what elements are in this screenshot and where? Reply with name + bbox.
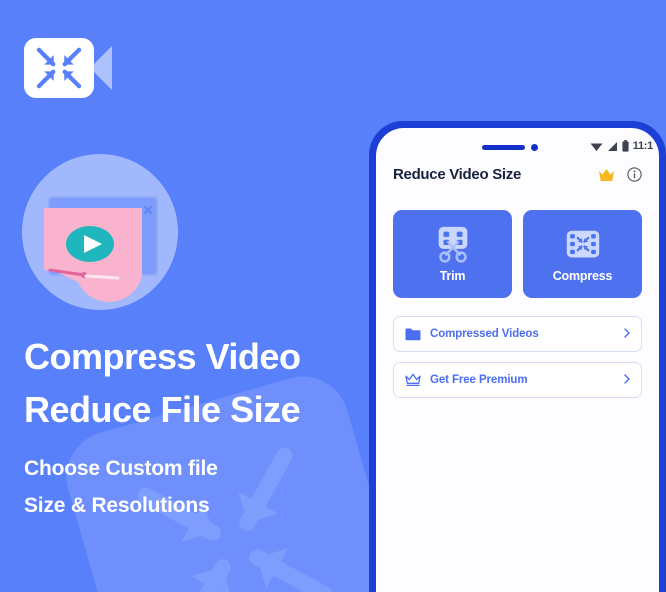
- compress-card-label: Compress: [552, 269, 613, 283]
- action-cards: Trim Compress: [393, 210, 642, 298]
- film-scissors-icon: [432, 225, 474, 263]
- row-compressed-videos[interactable]: Compressed Videos: [393, 316, 642, 352]
- status-bar: 11:1: [590, 140, 653, 152]
- app-header: Reduce Video Size: [376, 166, 659, 183]
- info-icon[interactable]: [627, 167, 642, 182]
- row-get-free-premium[interactable]: Get Free Premium: [393, 362, 642, 398]
- film-compress-icon: [562, 225, 604, 263]
- app-title: Reduce Video Size: [393, 166, 522, 183]
- wifi-icon: [590, 141, 603, 152]
- earpiece-speaker: [482, 145, 525, 150]
- headline-line-2: Reduce File Size: [24, 389, 301, 430]
- app-promo-banner: Compress Video Reduce File Size Choose C…: [0, 0, 666, 592]
- subline-line-1: Choose Custom file: [24, 457, 218, 480]
- folder-icon: [405, 326, 421, 342]
- headline-line-1: Compress Video: [24, 336, 301, 377]
- menu-list: Compressed Videos Get Free Premium: [393, 316, 642, 398]
- logo-badge: [24, 38, 94, 98]
- signal-icon: [607, 141, 618, 152]
- crown-outline-icon: [405, 372, 421, 388]
- front-camera: [531, 144, 538, 151]
- page-subtitle: Choose Custom file Size & Resolutions: [24, 450, 354, 524]
- row-label: Get Free Premium: [430, 374, 528, 386]
- compress-arrows-icon: [36, 47, 82, 89]
- phone-screen: 11:1 Reduce Video Size Trim Compress Com…: [376, 128, 659, 592]
- video-player-illustration: [22, 154, 178, 310]
- phone-mockup: 11:1 Reduce Video Size Trim Compress Com…: [369, 121, 666, 592]
- app-logo: [24, 38, 112, 98]
- trim-card-label: Trim: [439, 269, 466, 283]
- compress-card[interactable]: Compress: [523, 210, 642, 298]
- page-title: Compress Video Reduce File Size: [24, 330, 354, 436]
- subline-line-2: Size & Resolutions: [24, 494, 210, 517]
- status-time: 11:1: [632, 140, 654, 152]
- row-label: Compressed Videos: [430, 328, 539, 340]
- chevron-right-icon: [624, 371, 630, 389]
- crown-icon[interactable]: [598, 168, 615, 182]
- chevron-right-icon: [624, 325, 630, 343]
- trim-card[interactable]: Trim: [393, 210, 512, 298]
- battery-icon: [622, 140, 629, 152]
